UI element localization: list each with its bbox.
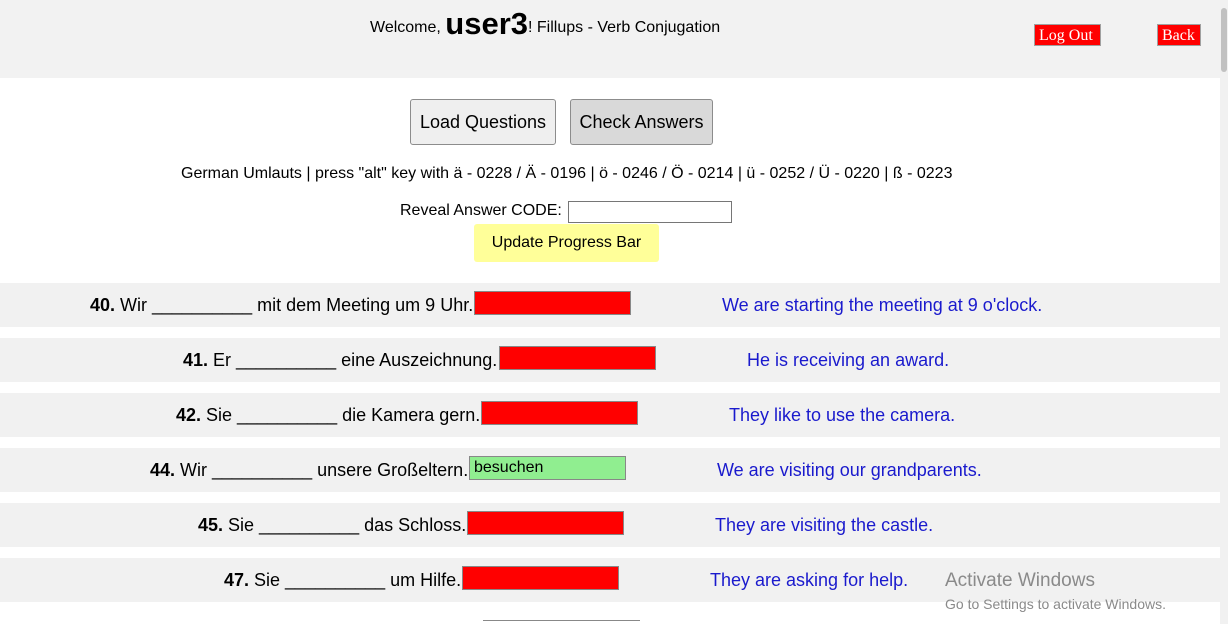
answer-input[interactable]: besuchen [469, 456, 626, 480]
username: user3 [445, 6, 529, 41]
question-sentence: Wir __________ mit dem Meeting um 9 Uhr. [115, 295, 474, 315]
watermark-title: Activate Windows [945, 570, 1095, 591]
question-row: 41. Er __________ eine Auszeichnung. He … [0, 338, 1220, 382]
translation-text: We are starting the meeting at 9 o'clock… [722, 295, 1043, 315]
question-text: 44. Wir __________ unsere Großeltern. [150, 460, 468, 481]
reveal-code-input[interactable] [568, 201, 732, 223]
update-progress-button[interactable]: Update Progress Bar [474, 224, 659, 262]
back-button[interactable]: Back [1157, 24, 1201, 46]
question-number: 42. [176, 405, 202, 425]
page-header: Welcome, user3! Fillups - Verb Conjugati… [0, 0, 1220, 78]
page-title: ! Fillups - Verb Conjugation [528, 19, 721, 36]
umlaut-hint: German Umlauts | press "alt" key with ä … [181, 165, 953, 182]
question-number: 40. [90, 295, 116, 315]
question-sentence: Er __________ eine Auszeichnung. [208, 350, 498, 370]
translation-text: They like to use the camera. [729, 405, 956, 425]
watermark-subtitle: Go to Settings to activate Windows. [945, 596, 1166, 612]
question-sentence: Sie __________ die Kamera gern. [201, 405, 481, 425]
question-row: 44. Wir __________ unsere Großeltern. be… [0, 448, 1220, 492]
question-text: 45. Sie __________ das Schloss. [198, 515, 466, 536]
reveal-code-label: Reveal Answer CODE: [400, 202, 562, 219]
answer-input[interactable] [462, 566, 619, 590]
translation-text: They are visiting the castle. [715, 515, 934, 535]
windows-activation-watermark: Activate Windows Go to Settings to activ… [945, 570, 1166, 612]
question-number: 45. [198, 515, 224, 535]
answer-input[interactable] [499, 346, 656, 370]
question-sentence: Sie __________ das Schloss. [223, 515, 467, 535]
question-text: 41. Er __________ eine Auszeichnung. [183, 350, 497, 371]
logout-button[interactable]: Log Out [1034, 24, 1101, 46]
answer-input[interactable] [474, 291, 631, 315]
question-number: 47. [224, 570, 250, 590]
welcome-banner: Welcome, user3! Fillups - Verb Conjugati… [370, 6, 720, 42]
question-sentence: Sie __________ um Hilfe. [249, 570, 462, 590]
scrollbar-thumb[interactable] [1221, 8, 1227, 72]
question-number: 44. [150, 460, 176, 480]
question-text: 40. Wir __________ mit dem Meeting um 9 … [90, 295, 473, 316]
page-scrollbar[interactable] [1220, 0, 1228, 624]
question-text: 42. Sie __________ die Kamera gern. [176, 405, 480, 426]
check-answers-button[interactable]: Check Answers [570, 99, 713, 145]
question-row: 42. Sie __________ die Kamera gern. They… [0, 393, 1220, 437]
answer-input[interactable] [467, 511, 624, 535]
question-row: 40. Wir __________ mit dem Meeting um 9 … [0, 283, 1220, 327]
translation-text: He is receiving an award. [747, 350, 950, 370]
next-answer-input[interactable] [483, 620, 640, 629]
question-number: 41. [183, 350, 209, 370]
question-row: 45. Sie __________ das Schloss. They are… [0, 503, 1220, 547]
answer-input[interactable] [481, 401, 638, 425]
load-questions-button[interactable]: Load Questions [410, 99, 556, 145]
translation-text: They are asking for help. [710, 570, 909, 590]
welcome-prefix: Welcome, [370, 19, 446, 36]
question-text: 47. Sie __________ um Hilfe. [224, 570, 461, 591]
translation-text: We are visiting our grandparents. [717, 460, 982, 480]
question-sentence: Wir __________ unsere Großeltern. [175, 460, 469, 480]
